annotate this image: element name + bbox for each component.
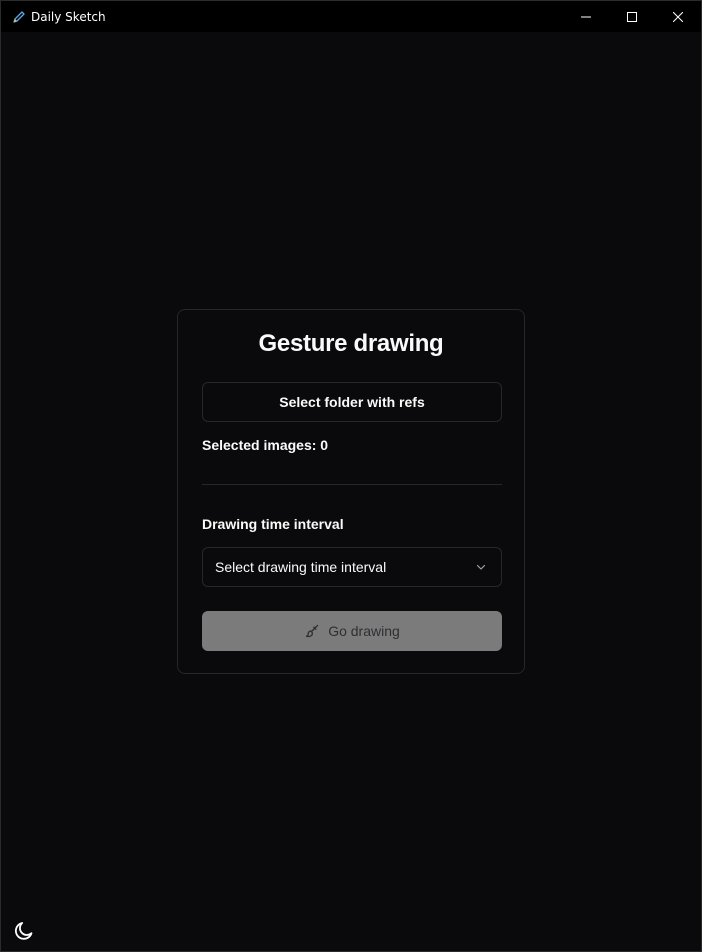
select-folder-button[interactable]: Select folder with refs (202, 382, 502, 422)
go-drawing-button[interactable]: Go drawing (202, 611, 502, 651)
close-icon (673, 11, 683, 22)
card-title: Gesture drawing (258, 330, 444, 357)
interval-label: Drawing time interval (202, 516, 344, 532)
title-bar[interactable]: Daily Sketch (1, 1, 701, 32)
go-drawing-label: Go drawing (328, 623, 400, 639)
divider (202, 484, 502, 485)
window-title: Daily Sketch (31, 9, 106, 24)
maximize-icon (627, 11, 637, 22)
app-window: Daily Sketch Gesture drawing Select fold… (0, 0, 702, 952)
close-button[interactable] (655, 1, 701, 32)
chevron-down-icon (473, 559, 489, 575)
pencil-icon (11, 9, 27, 25)
selected-images-count: Selected images: 0 (202, 437, 329, 453)
brush-icon (304, 623, 320, 639)
interval-select-value: Select drawing time interval (215, 559, 387, 575)
minimize-button[interactable] (563, 1, 609, 32)
main-content: Gesture drawing Select folder with refs … (1, 32, 701, 951)
gesture-drawing-card: Gesture drawing Select folder with refs … (177, 309, 525, 674)
window-controls (563, 1, 701, 32)
interval-select[interactable]: Select drawing time interval (202, 547, 502, 587)
theme-toggle-button[interactable] (13, 920, 35, 942)
minimize-icon (581, 16, 591, 17)
maximize-button[interactable] (609, 1, 655, 32)
moon-icon (14, 922, 33, 940)
